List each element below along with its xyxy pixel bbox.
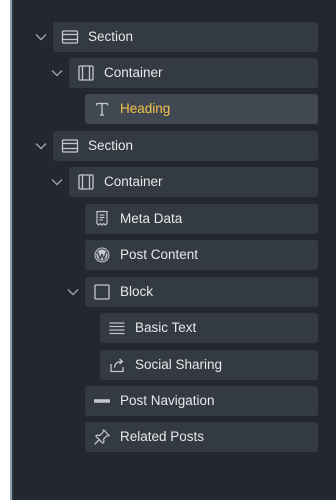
tree-item-label: Container: [104, 174, 163, 189]
tree-item-label: Section: [88, 29, 134, 44]
chevron-down-icon[interactable]: [66, 285, 80, 299]
chevron-down-icon[interactable]: [34, 30, 48, 44]
tree-item-container[interactable]: Container: [48, 58, 318, 88]
tree-item-container[interactable]: Container: [48, 167, 318, 197]
tree-item-post-navigation[interactable]: Post Navigation: [85, 386, 318, 416]
chevron-down-icon[interactable]: [50, 175, 64, 189]
tree-item-box[interactable]: Heading: [85, 94, 318, 124]
tree-item-box[interactable]: Basic Text: [100, 313, 318, 343]
tree-item-box[interactable]: Post Content: [85, 240, 318, 270]
tree-item-box[interactable]: Social Sharing: [100, 350, 318, 380]
section-icon: [61, 30, 79, 44]
tree-item-heading[interactable]: Heading: [85, 94, 318, 124]
wordpress-icon: [94, 247, 110, 263]
canvas-edge: [0, 0, 10, 500]
section-icon: [61, 139, 79, 153]
tree-item-related-posts[interactable]: Related Posts: [85, 422, 318, 452]
tree-item-label: Related Posts: [120, 429, 205, 444]
container-icon: [78, 174, 94, 190]
tree-item-box[interactable]: Container: [69, 58, 318, 88]
tree-item-label: Social Sharing: [135, 357, 223, 372]
tree-item-box[interactable]: Section: [53, 131, 318, 161]
tree-item-meta-data[interactable]: Meta Data: [85, 204, 318, 234]
tree-item-section[interactable]: Section: [32, 22, 318, 52]
tree-item-section[interactable]: Section: [32, 131, 318, 161]
chevron-down-icon[interactable]: [34, 139, 48, 153]
tree-item-label: Basic Text: [135, 320, 197, 335]
tree-item-block[interactable]: Block: [64, 277, 318, 307]
tree-item-basic-text[interactable]: Basic Text: [100, 313, 318, 343]
block-icon: [94, 284, 110, 300]
tree-item-box[interactable]: Related Posts: [85, 422, 318, 452]
tree-item-box[interactable]: Container: [69, 167, 318, 197]
meta-data-icon: [96, 210, 108, 226]
tree-item-box[interactable]: Post Navigation: [85, 386, 318, 416]
post-navigation-icon: [94, 399, 110, 403]
tree-item-label: Heading: [120, 101, 171, 116]
tree-item-post-content[interactable]: Post Content: [85, 240, 318, 270]
tree-item-label: Section: [88, 138, 134, 153]
tree-item-label: Block: [120, 284, 154, 299]
tree-item-social-sharing[interactable]: Social Sharing: [100, 350, 318, 380]
share-icon: [110, 358, 124, 373]
text-lines-icon: [109, 322, 125, 335]
tree-item-label: Meta Data: [120, 211, 183, 226]
heading-icon: [95, 102, 109, 116]
chevron-down-icon[interactable]: [50, 66, 64, 80]
structure-panel: Section Container Heading Section Contai…: [0, 0, 336, 500]
tree-item-box[interactable]: Block: [85, 277, 318, 307]
tree-item-label: Container: [104, 65, 163, 80]
tree-item-box[interactable]: Meta Data: [85, 204, 318, 234]
tree-item-label: Post Content: [120, 247, 199, 262]
panel-border-shade: [12, 0, 14, 500]
pin-icon: [94, 429, 110, 445]
container-icon: [78, 65, 94, 81]
tree-item-label: Post Navigation: [120, 393, 215, 408]
tree-item-box[interactable]: Section: [53, 22, 318, 52]
